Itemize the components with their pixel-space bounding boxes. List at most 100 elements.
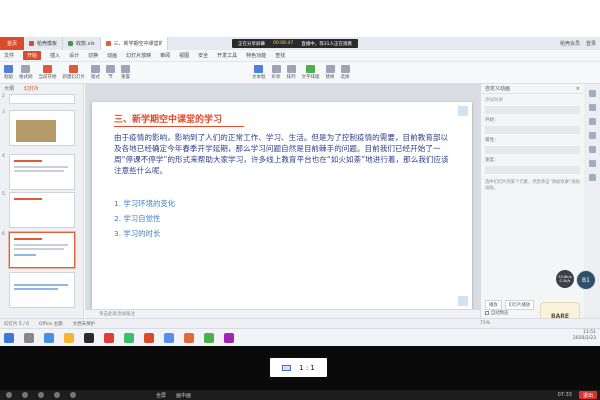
menu-review[interactable]: 审阅 <box>160 52 170 59</box>
tab-outline[interactable]: 大纲 <box>4 85 14 92</box>
transition-icon[interactable] <box>588 118 596 125</box>
slide-counter: 幻灯片 5 / 6 <box>4 321 30 327</box>
exit-button[interactable]: 退出 <box>578 391 597 399</box>
pip-button[interactable]: 画中画 <box>176 392 191 399</box>
screen-share-indicator[interactable]: 正在分享屏幕 00:06:47 直播中，等31人正在观看 <box>232 39 358 48</box>
animation-icon[interactable] <box>588 90 596 97</box>
play-from-current-button[interactable]: 当前开始 <box>39 65 57 80</box>
folder-icon[interactable] <box>64 332 74 343</box>
play-button[interactable]: 播放 <box>485 300 502 310</box>
qq-icon[interactable] <box>84 332 94 343</box>
menu-view[interactable]: 视图 <box>179 52 189 59</box>
screen-icon <box>282 364 292 371</box>
start-icon[interactable] <box>4 332 14 343</box>
wechat-icon[interactable] <box>124 332 134 343</box>
ratio-label: 1 : 1 <box>299 363 315 372</box>
template-icon[interactable] <box>588 146 596 153</box>
home-tab[interactable]: 首页 <box>0 37 24 50</box>
menu-animation[interactable]: 动画 <box>107 52 117 59</box>
textbox-button[interactable]: 文本框 <box>252 65 266 80</box>
notes-input[interactable]: 单击此处添加备注 <box>85 309 480 318</box>
shape-icon <box>271 65 281 73</box>
browser-icon[interactable] <box>44 332 54 343</box>
presentation-app-icon[interactable] <box>144 332 154 343</box>
login-link[interactable]: 登录 <box>586 40 596 47</box>
menu-design[interactable]: 设计 <box>69 52 79 59</box>
shape-style-icon[interactable] <box>588 132 596 139</box>
menu-file[interactable]: 文件 <box>4 52 14 59</box>
add-effect-button[interactable]: 添加效果 <box>485 97 580 103</box>
share-icon[interactable] <box>54 392 60 398</box>
app-icon[interactable] <box>204 332 214 343</box>
slide-thumbnail-selected[interactable] <box>9 232 75 268</box>
mic-icon[interactable] <box>22 392 28 398</box>
menu-features[interactable]: 特色功能 <box>246 52 266 59</box>
thumbnail-title-bar <box>14 160 42 162</box>
reset-button[interactable]: 重置 <box>121 65 130 80</box>
shape-button[interactable]: 形状 <box>271 65 281 80</box>
slide-canvas[interactable]: 三、新学期空中课堂的学习 由于疫情的影响，影响到了人们的正常工作、学习、生活。但… <box>92 102 472 310</box>
chat-icon[interactable] <box>70 392 76 398</box>
slide-thumbnail[interactable] <box>9 110 75 146</box>
format-painter-button[interactable]: 格式刷 <box>19 65 33 80</box>
fullscreen-button[interactable]: 全屏 <box>156 392 166 399</box>
camera-icon[interactable] <box>38 392 44 398</box>
docer-member-link[interactable]: 稻壳会员 <box>560 40 580 47</box>
slide-thumbnail[interactable] <box>9 272 75 308</box>
tab-docer-templates[interactable]: 稻壳模板 <box>24 37 64 50</box>
arrange-button[interactable]: 排列 <box>286 65 296 80</box>
new-slide-button[interactable]: 新建幻灯片 <box>63 65 85 80</box>
spreadsheet-icon <box>68 41 74 46</box>
menu-transition[interactable]: 切换 <box>88 52 98 59</box>
search-icon[interactable] <box>24 332 34 343</box>
close-icon[interactable]: × <box>576 86 580 92</box>
slide-thumbnail[interactable] <box>9 154 75 190</box>
menu-developer[interactable]: 开发工具 <box>217 52 237 59</box>
arrange-icon <box>286 65 296 73</box>
wps-icon[interactable] <box>104 332 114 343</box>
app-icon[interactable] <box>224 332 234 343</box>
b1-badge[interactable]: B1 <box>576 270 596 290</box>
menu-search[interactable]: 查找 <box>275 52 285 59</box>
slide-thumbnail[interactable] <box>9 192 75 228</box>
menu-slideshow[interactable]: 幻灯片放映 <box>126 52 151 59</box>
thumbnail-text-bar <box>14 170 64 172</box>
app-icon[interactable] <box>164 332 174 343</box>
property-select[interactable] <box>485 146 580 154</box>
backup-icon[interactable] <box>588 160 596 167</box>
tab-presentation[interactable]: 三、新学期空中课堂的学习.pptx <box>100 37 168 50</box>
tab-slides[interactable]: 幻灯片 <box>24 85 39 92</box>
volume-icon[interactable] <box>6 392 12 398</box>
section-button[interactable]: 节 <box>106 65 115 80</box>
thumbnail-row: 2 <box>2 94 75 104</box>
doc-status: 文档未保护 <box>72 321 96 327</box>
menu-security[interactable]: 安全 <box>198 52 208 59</box>
slide-title[interactable]: 三、新学期空中课堂的学习 <box>114 112 222 125</box>
ribbon-label: 格式刷 <box>19 75 33 80</box>
layout-button[interactable]: 版式 <box>91 65 100 80</box>
system-tray-clock[interactable]: 11:51 2020/2/23 <box>573 330 596 342</box>
app-icon[interactable] <box>184 332 194 343</box>
tab-spreadsheet[interactable]: 收款.xls <box>63 37 101 50</box>
menu-insert[interactable]: 插入 <box>50 52 60 59</box>
settings-icon[interactable] <box>588 174 596 181</box>
text-layout-button[interactable]: 文字排版 <box>302 65 320 80</box>
aspect-ratio-button[interactable]: 1 : 1 <box>270 358 327 377</box>
slideshow-button[interactable]: 幻灯片播放 <box>504 300 535 310</box>
slide-body-text[interactable]: 由于疫情的影响，影响到了人们的正常工作、学习、生活。但是为了控制疫情的需要，目前… <box>114 132 454 176</box>
slide-bullet-list[interactable]: 1. 学习环境的变化 2. 学习自觉性 3. 学习的时长 <box>114 196 175 241</box>
property-icon[interactable] <box>588 104 596 111</box>
slide-thumbnail[interactable] <box>9 94 75 104</box>
menu-bar: 文件 开始 插入 设计 切换 动画 幻灯片放映 审阅 视图 安全 开发工具 特色… <box>0 50 600 62</box>
tab-label: 稻壳模板 <box>37 41 58 47</box>
paste-button[interactable]: 粘贴 <box>4 65 13 80</box>
start-select[interactable] <box>485 126 580 134</box>
network-speed-widget[interactable]: 52.8k/s 0.3k/s <box>556 270 574 288</box>
menu-home[interactable]: 开始 <box>23 51 42 60</box>
replace-button[interactable]: 替换 <box>325 65 335 80</box>
speed-select[interactable] <box>485 166 580 174</box>
tray-date: 2020/2/23 <box>572 336 596 341</box>
select-button[interactable]: 选择 <box>340 65 350 80</box>
autopreview-checkbox[interactable]: 自动预览 <box>485 310 508 316</box>
zoom-level[interactable]: 71% <box>480 321 490 326</box>
